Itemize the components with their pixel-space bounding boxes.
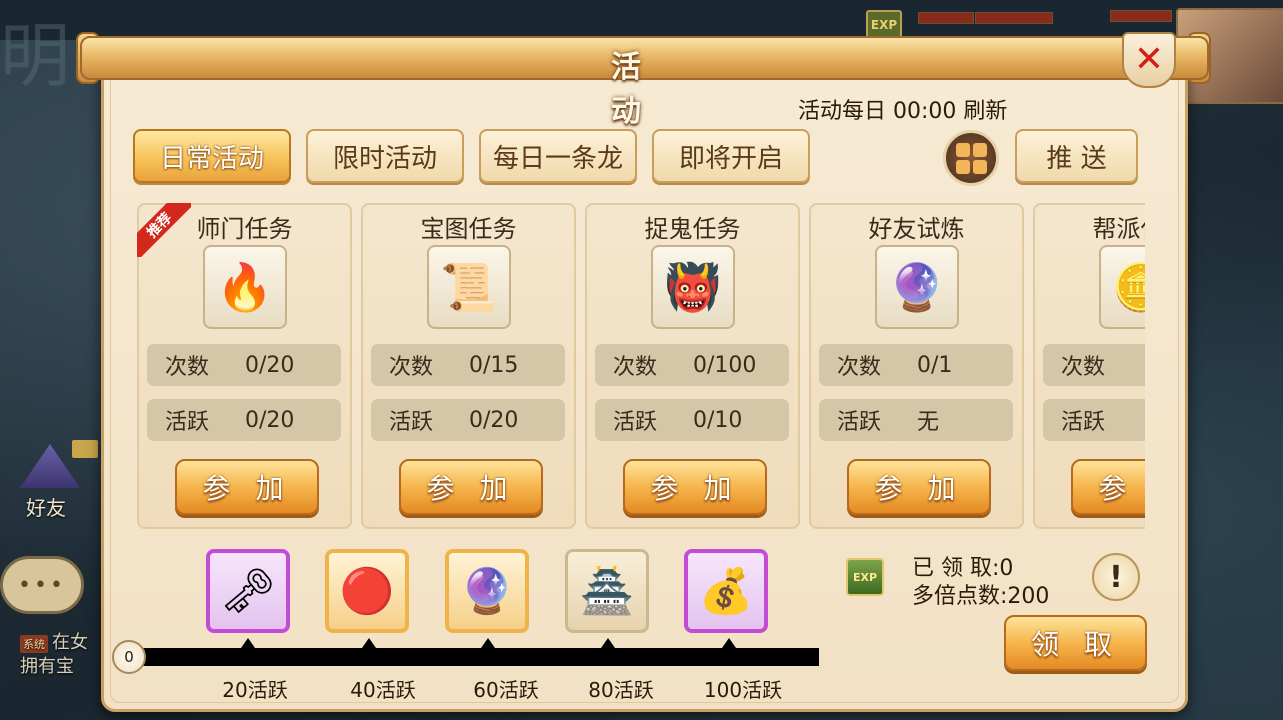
activity-row: 活跃无 xyxy=(819,399,1013,441)
activity-card: 好友试炼 🔮 次数 0/1 活跃无 参 加 xyxy=(809,203,1024,529)
progress-tick xyxy=(722,638,736,648)
friend-hat-icon xyxy=(20,444,80,488)
activity-card: 宝图任务 📜 次数 0/15 活跃 0/20 参 加 xyxy=(361,203,576,529)
activity-list[interactable]: 推荐 师门任务 🔥 次数 0/20 活跃 0/20 参 加 宝图任务 📜 次数 0/1… xyxy=(137,203,1145,533)
count-row: 次数 0/15 xyxy=(371,344,565,386)
progress-current-value: 0 xyxy=(112,640,146,674)
chat-line: 拥有宝 xyxy=(20,656,74,677)
system-tag: 系统 xyxy=(20,635,48,653)
count-row: 次数 0/100 xyxy=(595,344,789,386)
milestone-label: 60活跃 xyxy=(473,678,539,702)
join-button[interactable]: 参 加 xyxy=(623,459,767,515)
hp-bar xyxy=(918,12,974,24)
chat-line: 系统 在女 xyxy=(20,628,88,654)
count-row: 次数 0/20 xyxy=(147,344,341,386)
help-icon[interactable]: ! xyxy=(1092,553,1140,601)
activity-progress-bar xyxy=(126,648,819,666)
fire-orb-icon[interactable]: 🔥 xyxy=(203,245,287,329)
join-button[interactable]: 参 加 xyxy=(847,459,991,515)
claim-button[interactable]: 领 取 xyxy=(1004,615,1147,671)
friend-label: 好友 xyxy=(26,496,66,520)
top-hud-strip xyxy=(0,0,1283,40)
progress-tick xyxy=(241,638,255,648)
join-button[interactable]: 参 加 xyxy=(175,459,319,515)
progress-tick xyxy=(601,638,615,648)
activity-name: 捉鬼任务 xyxy=(644,215,741,243)
count-row: 次数 0/1 xyxy=(819,344,1013,386)
friend-button[interactable]: 好友 xyxy=(12,440,98,520)
mail-icon xyxy=(72,440,98,458)
dialog-title: 活 动 xyxy=(611,50,727,129)
exp-bonus-icon[interactable]: EXP xyxy=(846,558,884,596)
milestone-label: 40活跃 xyxy=(350,678,416,702)
push-button[interactable]: 推 送 xyxy=(1015,129,1138,183)
milestone-label: 80活跃 xyxy=(588,678,654,702)
activity-card: 推荐 师门任务 🔥 次数 0/20 活跃 0/20 参 加 xyxy=(137,203,352,529)
multiplier-points: 多倍点数:200 xyxy=(912,584,1050,609)
grid-menu-icon[interactable] xyxy=(943,130,999,186)
crystal-ball-icon[interactable]: 🔮 xyxy=(445,549,529,633)
treasure-map-icon[interactable]: 📜 xyxy=(427,245,511,329)
activity-row: 活跃 0/10 xyxy=(595,399,789,441)
milestone-label: 20活跃 xyxy=(222,678,288,702)
pet-bar xyxy=(1110,10,1172,22)
ghost-mask-icon[interactable]: 👹 xyxy=(651,245,735,329)
close-icon: ✕ xyxy=(1133,39,1165,80)
mp-bar xyxy=(975,12,1053,24)
purple-orb-icon[interactable]: 🔮 xyxy=(875,245,959,329)
join-button[interactable]: 参 加 xyxy=(1071,459,1145,515)
tab-daily[interactable]: 日常活动 xyxy=(133,129,291,183)
count-row: 次数 xyxy=(1043,344,1145,386)
activity-name: 好友试炼 xyxy=(868,215,965,243)
lucky-bag-icon[interactable]: 💰 xyxy=(684,549,768,633)
refresh-notice: 活动每日 00:00 刷新 xyxy=(798,99,1008,124)
activity-card: 捉鬼任务 👹 次数 0/100 活跃 0/10 参 加 xyxy=(585,203,800,529)
gold-coin-icon[interactable]: 🪙 xyxy=(1099,245,1145,329)
golden-pagoda-icon[interactable]: 🏯 xyxy=(565,549,649,633)
golden-key-icon[interactable]: 🗝 xyxy=(206,549,290,633)
activity-row: 活跃 0/20 xyxy=(147,399,341,441)
activity-name: 宝图任务 xyxy=(420,215,517,243)
activity-card: 帮派任务 🪙 次数 活跃 参 加 xyxy=(1033,203,1145,529)
activity-row: 活跃 0/20 xyxy=(371,399,565,441)
progress-tick xyxy=(481,638,495,648)
fire-gem-icon[interactable]: 🔴 xyxy=(325,549,409,633)
close-button[interactable]: ✕ xyxy=(1122,32,1176,88)
progress-tick xyxy=(362,638,376,648)
tab-daily-dragon[interactable]: 每日一条龙 xyxy=(479,129,637,183)
activity-name: 师门任务 xyxy=(196,215,293,243)
activity-row: 活跃 xyxy=(1043,399,1145,441)
tab-upcoming[interactable]: 即将开启 xyxy=(652,129,810,183)
tab-limited[interactable]: 限时活动 xyxy=(306,129,464,183)
milestone-label: 100活跃 xyxy=(703,678,783,702)
chat-bubble-icon[interactable]: ••• xyxy=(0,556,84,614)
activity-name: 帮派任务 xyxy=(1092,215,1146,243)
join-button[interactable]: 参 加 xyxy=(399,459,543,515)
background-glyph: 明 xyxy=(0,15,70,97)
